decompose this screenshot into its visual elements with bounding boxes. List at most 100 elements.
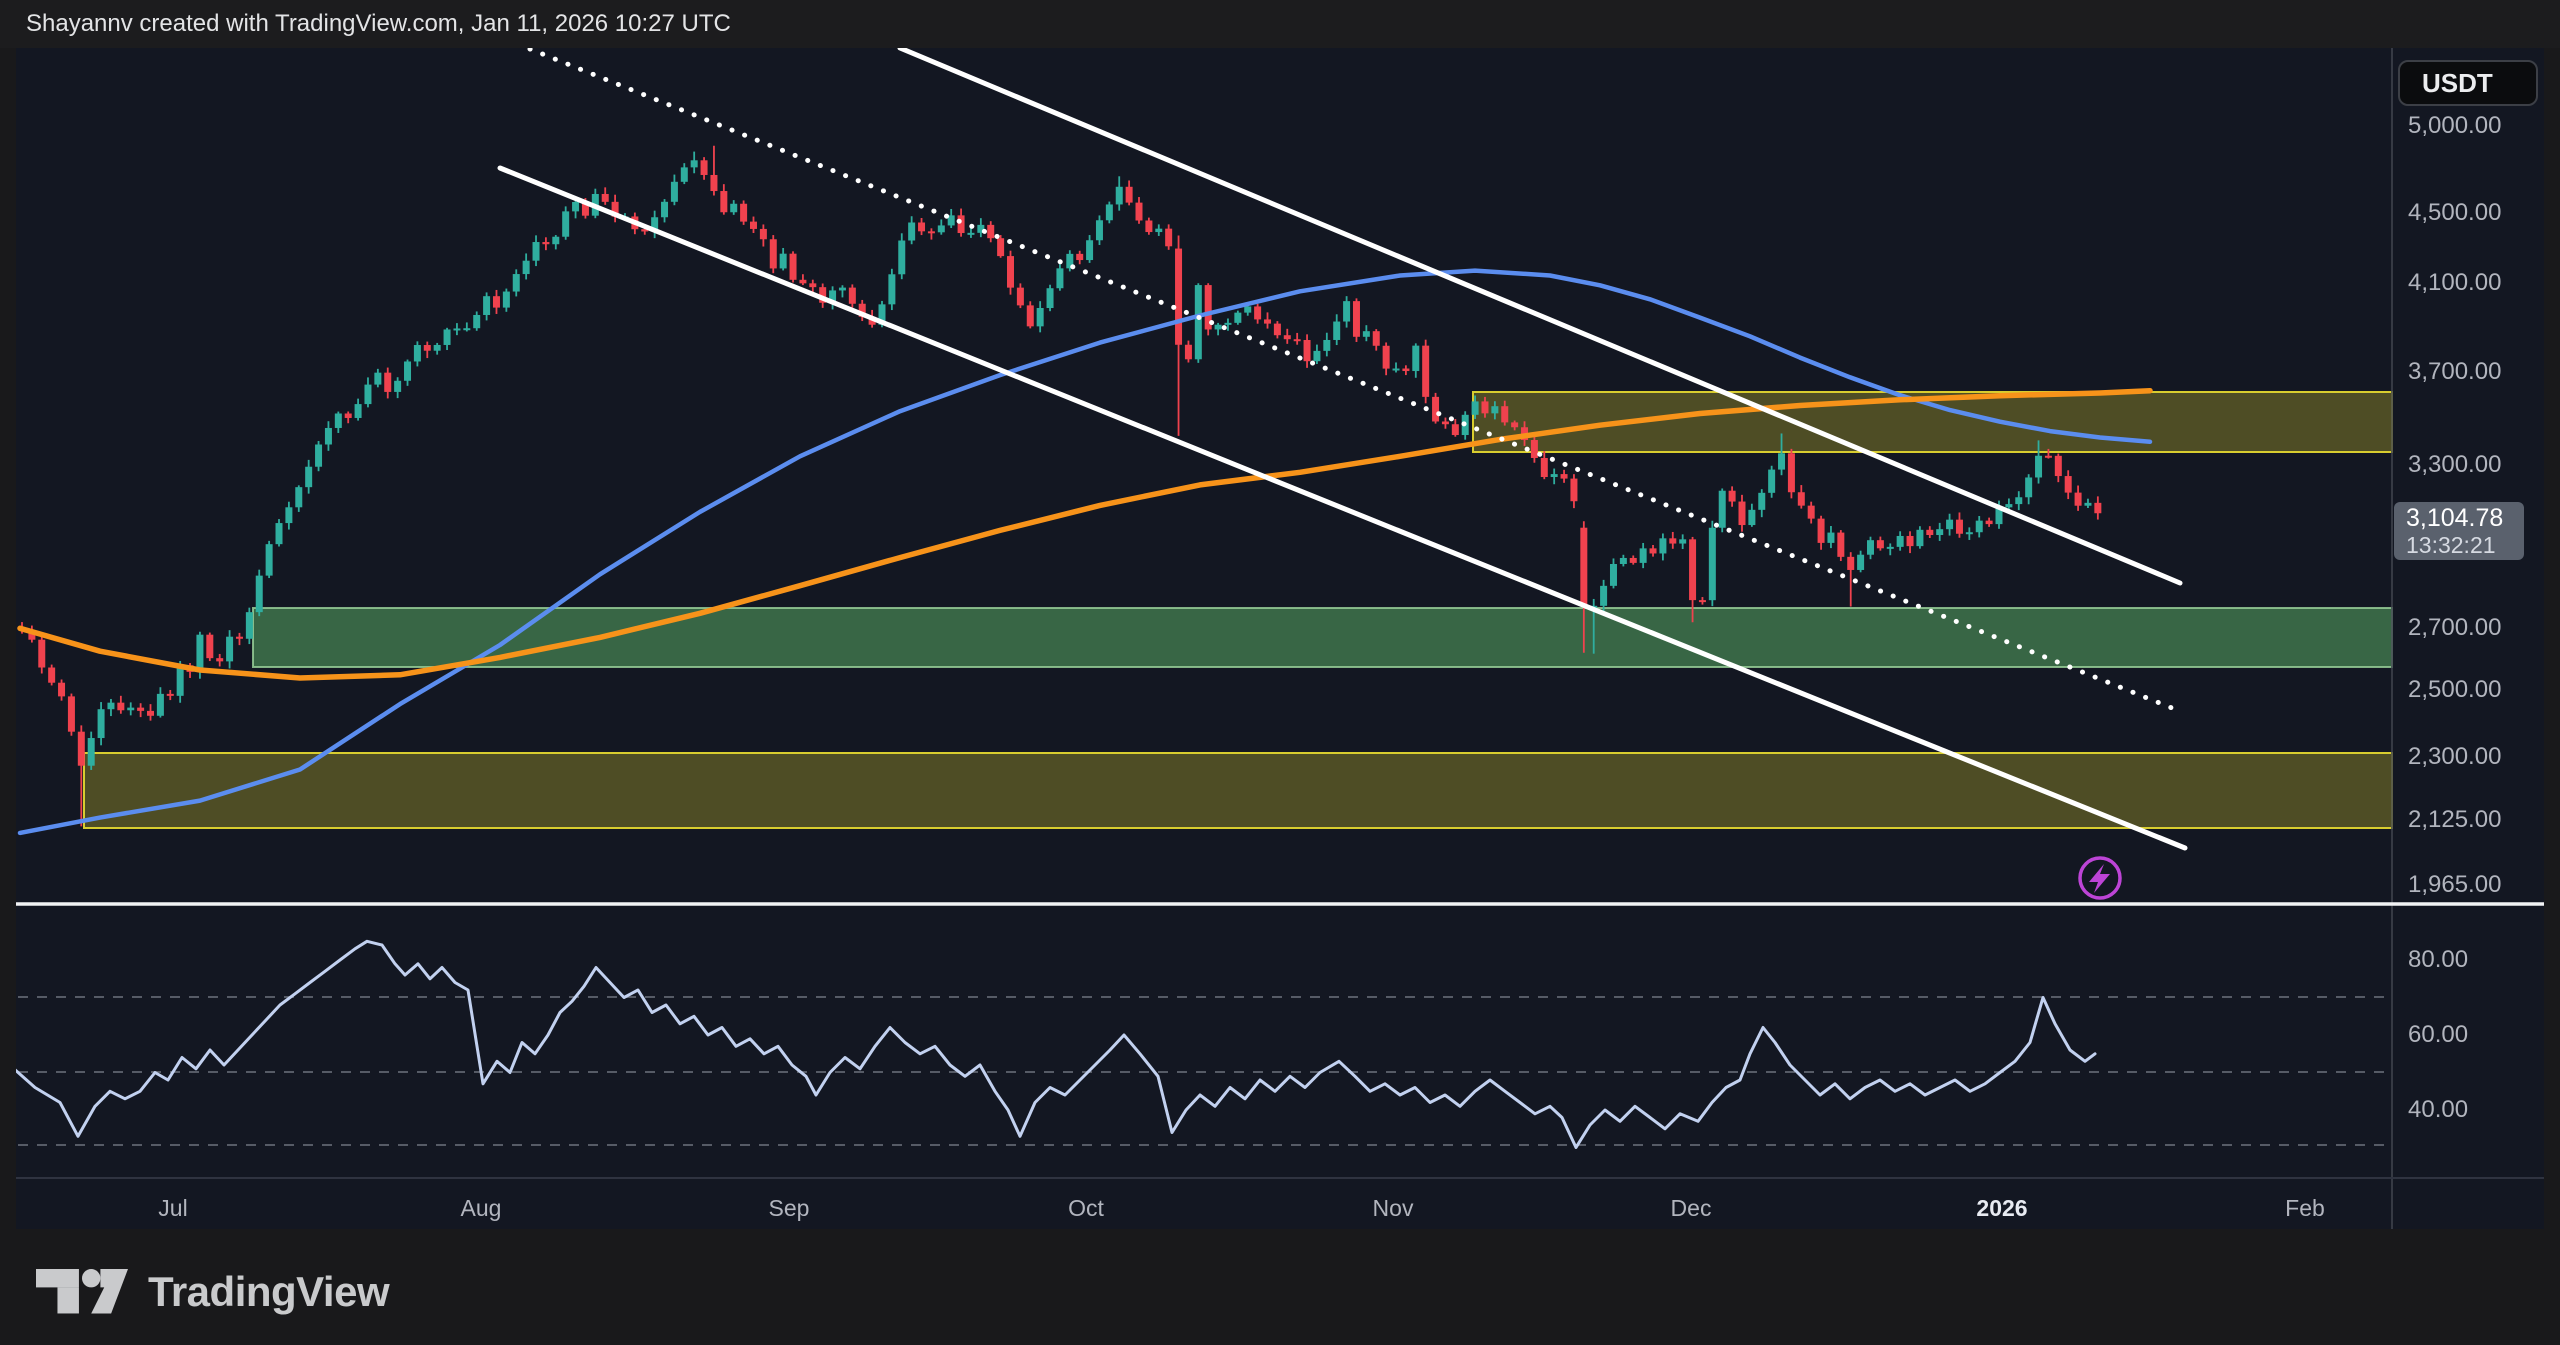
tradingview-logo[interactable]: TradingView (36, 1264, 389, 1320)
candle-down (68, 696, 75, 731)
time-label-aug: Aug (461, 1194, 502, 1222)
candle-down (137, 708, 144, 711)
candle-up (1936, 529, 1943, 535)
candle-up (305, 467, 312, 487)
candle-down (602, 194, 609, 202)
price-label: 1,965.00 (2408, 871, 2501, 899)
price-label: 4,500.00 (2408, 199, 2501, 227)
channel-lower[interactable] (500, 168, 2185, 848)
candle-up (1719, 491, 1726, 528)
candle-down (1432, 397, 1439, 422)
candle-down (720, 191, 727, 212)
candle-down (1788, 453, 1795, 492)
candle-down (849, 288, 856, 304)
candle-down (809, 283, 816, 287)
candle-down (987, 225, 994, 238)
candle-down (1254, 306, 1261, 319)
candle-down (1729, 491, 1736, 502)
candle-up (1393, 369, 1400, 371)
candle-down (345, 413, 352, 417)
candle-down (236, 637, 243, 639)
candle-down (1570, 479, 1577, 502)
candle-down (1274, 324, 1281, 336)
candle-down (78, 732, 85, 766)
candle-up (1610, 564, 1617, 586)
candle-up (157, 694, 164, 716)
time-label-jul: Jul (158, 1194, 187, 1222)
candle-down (1027, 305, 1034, 326)
candle-up (1976, 521, 1983, 533)
candle-up (2005, 504, 2012, 507)
candle-down (1837, 533, 1844, 557)
price-label: 2,125.00 (2408, 806, 2501, 834)
price-label: 5,000.00 (2408, 112, 2501, 140)
candle-down (799, 280, 806, 284)
candle-up (1768, 470, 1775, 493)
price-label: 3,700.00 (2408, 358, 2501, 386)
candle-up (2025, 477, 2032, 497)
candle-up (1106, 204, 1113, 220)
candle-up (1047, 288, 1054, 308)
candle-down (1501, 406, 1508, 422)
time-label-nov: Nov (1373, 1194, 1414, 1222)
candle-up (671, 182, 678, 202)
candle-down (918, 222, 925, 231)
candle-down (1531, 440, 1538, 458)
lightning-icon (2089, 864, 2110, 893)
tradingview-logo-text: TradingView (148, 1268, 389, 1316)
candle-up (1037, 308, 1044, 326)
candle-down (1126, 187, 1133, 203)
candle-up (2015, 497, 2022, 504)
candle-down (1402, 369, 1409, 372)
candle-up (898, 241, 905, 275)
channel-upper[interactable] (900, 48, 2180, 583)
ma-fast-line (20, 271, 2150, 833)
candle-down (1017, 288, 1024, 306)
candle-down (760, 229, 767, 239)
candle-down (1956, 520, 1963, 534)
candle-up (908, 222, 915, 240)
candle-up (473, 315, 480, 328)
candle-up (730, 204, 737, 212)
candle-down (1264, 319, 1271, 323)
candle-down (1175, 249, 1182, 345)
candle-up (226, 637, 233, 662)
candle-up (1946, 520, 1953, 530)
chart-canvas[interactable] (16, 48, 2544, 1229)
quote-currency-label: USDT (2422, 68, 2493, 99)
candle-up (1897, 536, 1904, 547)
candle-down (1353, 301, 1360, 337)
candle-up (335, 413, 342, 427)
candle-down (1877, 540, 1884, 548)
candle-down (1076, 254, 1083, 260)
candle-up (355, 404, 362, 418)
candle-up (1857, 555, 1864, 570)
candle-up (681, 167, 688, 181)
candle-down (790, 254, 797, 280)
candle-up (1887, 547, 1894, 549)
candle-down (1669, 538, 1676, 543)
candle-up (2084, 503, 2091, 506)
candle-down (1907, 536, 1914, 546)
candle-down (1986, 521, 1993, 524)
price-label: 2,700.00 (2408, 614, 2501, 642)
candle-down (1580, 528, 1587, 606)
candle-up (1234, 313, 1241, 323)
candle-up (513, 274, 520, 291)
time-label-dec: Dec (1671, 1194, 1712, 1222)
price-label: 2,300.00 (2408, 743, 2501, 771)
candle-up (1343, 301, 1350, 321)
time-label-oct: Oct (1068, 1194, 1104, 1222)
candle-down (1145, 221, 1152, 233)
candle-up (453, 328, 460, 330)
rsi-label: 80.00 (2408, 946, 2468, 974)
candle-up (1867, 540, 1874, 555)
support-zone-green[interactable] (253, 608, 2392, 667)
candle-up (434, 345, 441, 351)
candle-up (315, 445, 322, 467)
candle-up (1966, 532, 1973, 534)
candle-up (1195, 285, 1202, 359)
candle-down (1699, 600, 1706, 602)
candle-up (503, 292, 510, 308)
last-price-value: 3,104.78 (2406, 504, 2503, 532)
